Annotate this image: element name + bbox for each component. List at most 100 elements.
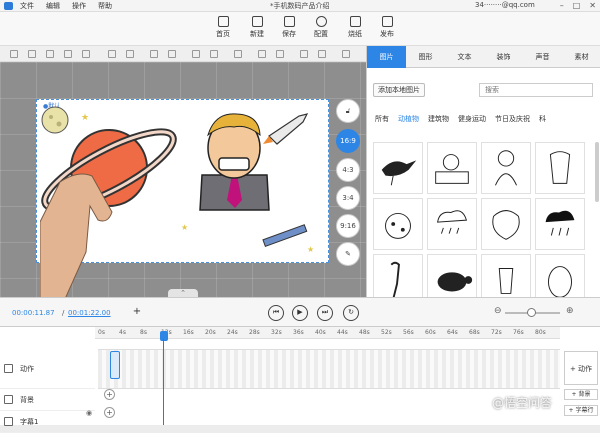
- publish-icon: [381, 16, 393, 27]
- category-fitness[interactable]: 健身运动: [458, 114, 486, 124]
- next-icon[interactable]: ⏭︎: [317, 305, 333, 321]
- new-button[interactable]: 新建: [242, 16, 272, 44]
- chevron-up-icon: ⌃: [180, 289, 186, 297]
- thumb-cartoon-lady[interactable]: [481, 142, 531, 194]
- align-top-icon[interactable]: [64, 50, 72, 58]
- tab-sound[interactable]: 声音: [523, 46, 562, 68]
- save-button[interactable]: 保存: [274, 16, 304, 44]
- action-clip[interactable]: [110, 351, 120, 379]
- satellite-sticker[interactable]: [262, 224, 308, 247]
- home-label: 首页: [216, 30, 230, 38]
- zoom-out-timeline-icon[interactable]: ⊖: [494, 306, 502, 316]
- ratio-16-9-button[interactable]: 16:9: [336, 129, 360, 153]
- category-more[interactable]: 科: [539, 114, 546, 124]
- paste-icon[interactable]: [210, 50, 218, 58]
- thumb-cow-sofa[interactable]: [427, 142, 477, 194]
- tab-decoration[interactable]: 装饰: [484, 46, 523, 68]
- delete-icon[interactable]: [234, 50, 242, 58]
- tab-shape[interactable]: 图形: [406, 46, 445, 68]
- thumb-blot-creature[interactable]: [481, 198, 531, 250]
- account-label: 34········@qq.com: [475, 1, 535, 9]
- playhead-handle[interactable]: [160, 331, 168, 341]
- menu-action[interactable]: 操作: [72, 1, 86, 11]
- lock-button[interactable]: 🔓︎: [336, 99, 360, 123]
- ruler-tick: 72s: [491, 329, 502, 336]
- menu-edit[interactable]: 编辑: [46, 1, 60, 11]
- thumb-lobster-chef[interactable]: [535, 142, 585, 194]
- group-icon[interactable]: [108, 50, 116, 58]
- zoom-in-icon[interactable]: [300, 50, 308, 58]
- add-marker-icon[interactable]: +: [129, 305, 145, 321]
- track-action-label: 动作: [20, 365, 34, 373]
- align-right-icon[interactable]: [46, 50, 54, 58]
- angry-man-sticker[interactable]: [199, 113, 270, 211]
- previous-icon[interactable]: ⏮︎: [268, 305, 284, 321]
- bring-forward-icon[interactable]: [150, 50, 158, 58]
- category-animals-plants[interactable]: 动植物: [398, 114, 419, 124]
- menu-file[interactable]: 文件: [20, 1, 34, 11]
- zoom-slider-handle[interactable]: [527, 308, 536, 317]
- play-icon[interactable]: ▶︎: [292, 305, 308, 321]
- category-all[interactable]: 所有: [375, 114, 389, 124]
- category-buildings[interactable]: 建筑物: [428, 114, 449, 124]
- thumb-ladybug[interactable]: [373, 198, 423, 250]
- minimize-icon[interactable]: –: [560, 1, 564, 10]
- ruler-tick: 4s: [119, 329, 126, 336]
- total-time[interactable]: 00:01:22.00: [68, 309, 111, 317]
- edit-pen-button[interactable]: ✎: [336, 242, 360, 266]
- panel-scrollbar[interactable]: [595, 142, 599, 202]
- align-center-icon[interactable]: [28, 50, 36, 58]
- tab-material[interactable]: 素材: [562, 46, 600, 68]
- zoom-out-icon[interactable]: [318, 50, 326, 58]
- tab-image[interactable]: 图片: [367, 46, 406, 68]
- publish-button[interactable]: 发布: [372, 16, 402, 44]
- thumb-rain-cloud-2[interactable]: [535, 198, 585, 250]
- ungroup-icon[interactable]: [126, 50, 134, 58]
- add-local-image-button[interactable]: 添加本地图片: [373, 83, 425, 97]
- send-backward-icon[interactable]: [168, 50, 176, 58]
- moon-sticker[interactable]: [41, 106, 69, 134]
- add-background-plus[interactable]: +: [104, 389, 115, 400]
- ratio-4-3-button[interactable]: 4:3: [336, 158, 360, 182]
- maximize-icon[interactable]: □: [573, 1, 581, 10]
- add-subtitle-button[interactable]: + 字幕行: [564, 405, 598, 416]
- pen-icon: ✎: [345, 250, 351, 258]
- ratio-9-16-button[interactable]: 9:16: [336, 214, 360, 238]
- ruler-tick: 52s: [381, 329, 392, 336]
- menu-help[interactable]: 帮助: [98, 1, 112, 11]
- add-action-button[interactable]: + 动作: [564, 351, 598, 385]
- align-middle-icon[interactable]: [82, 50, 90, 58]
- eye-icon[interactable]: ◉: [86, 409, 92, 417]
- stage-area: ●默认 ★ ★ ★ 🔓︎ 16:9 4:3 3:4 9:16 ✎: [0, 62, 366, 297]
- home-button[interactable]: 首页: [208, 16, 238, 44]
- track-action[interactable]: 动作: [0, 349, 95, 389]
- fullscreen-icon[interactable]: [342, 50, 350, 58]
- redo-icon[interactable]: [276, 50, 284, 58]
- action-icon: [4, 364, 13, 373]
- add-subtitle-plus[interactable]: +: [104, 407, 115, 418]
- ratio-3-4-button[interactable]: 3:4: [336, 186, 360, 210]
- loop-icon[interactable]: ↻: [343, 305, 359, 321]
- copy-icon[interactable]: [192, 50, 200, 58]
- window-controls: – □ ✕: [560, 1, 596, 10]
- search-input[interactable]: [479, 83, 593, 97]
- category-holidays[interactable]: 节日及庆祝: [495, 114, 530, 124]
- rocket-sticker[interactable]: [263, 113, 309, 145]
- tab-text[interactable]: 文本: [445, 46, 484, 68]
- config-button[interactable]: 配置: [306, 16, 336, 44]
- time-separator: /: [62, 309, 65, 317]
- capture-button[interactable]: 烧纸: [340, 16, 370, 44]
- new-file-icon: [251, 16, 263, 27]
- track-background[interactable]: 背景: [0, 389, 95, 411]
- thumb-rain-cloud[interactable]: [427, 198, 477, 250]
- undo-icon[interactable]: [258, 50, 266, 58]
- home-icon: [217, 16, 229, 27]
- align-left-icon[interactable]: [10, 50, 18, 58]
- add-background-button[interactable]: + 背景: [564, 389, 598, 400]
- ruler-tick: 36s: [293, 329, 304, 336]
- close-icon[interactable]: ✕: [589, 1, 596, 10]
- thumb-bird[interactable]: [373, 142, 423, 194]
- zoom-in-timeline-icon[interactable]: ⊕: [566, 306, 574, 316]
- action-track[interactable]: [98, 349, 560, 389]
- track-subtitle[interactable]: 字幕1: [0, 411, 95, 433]
